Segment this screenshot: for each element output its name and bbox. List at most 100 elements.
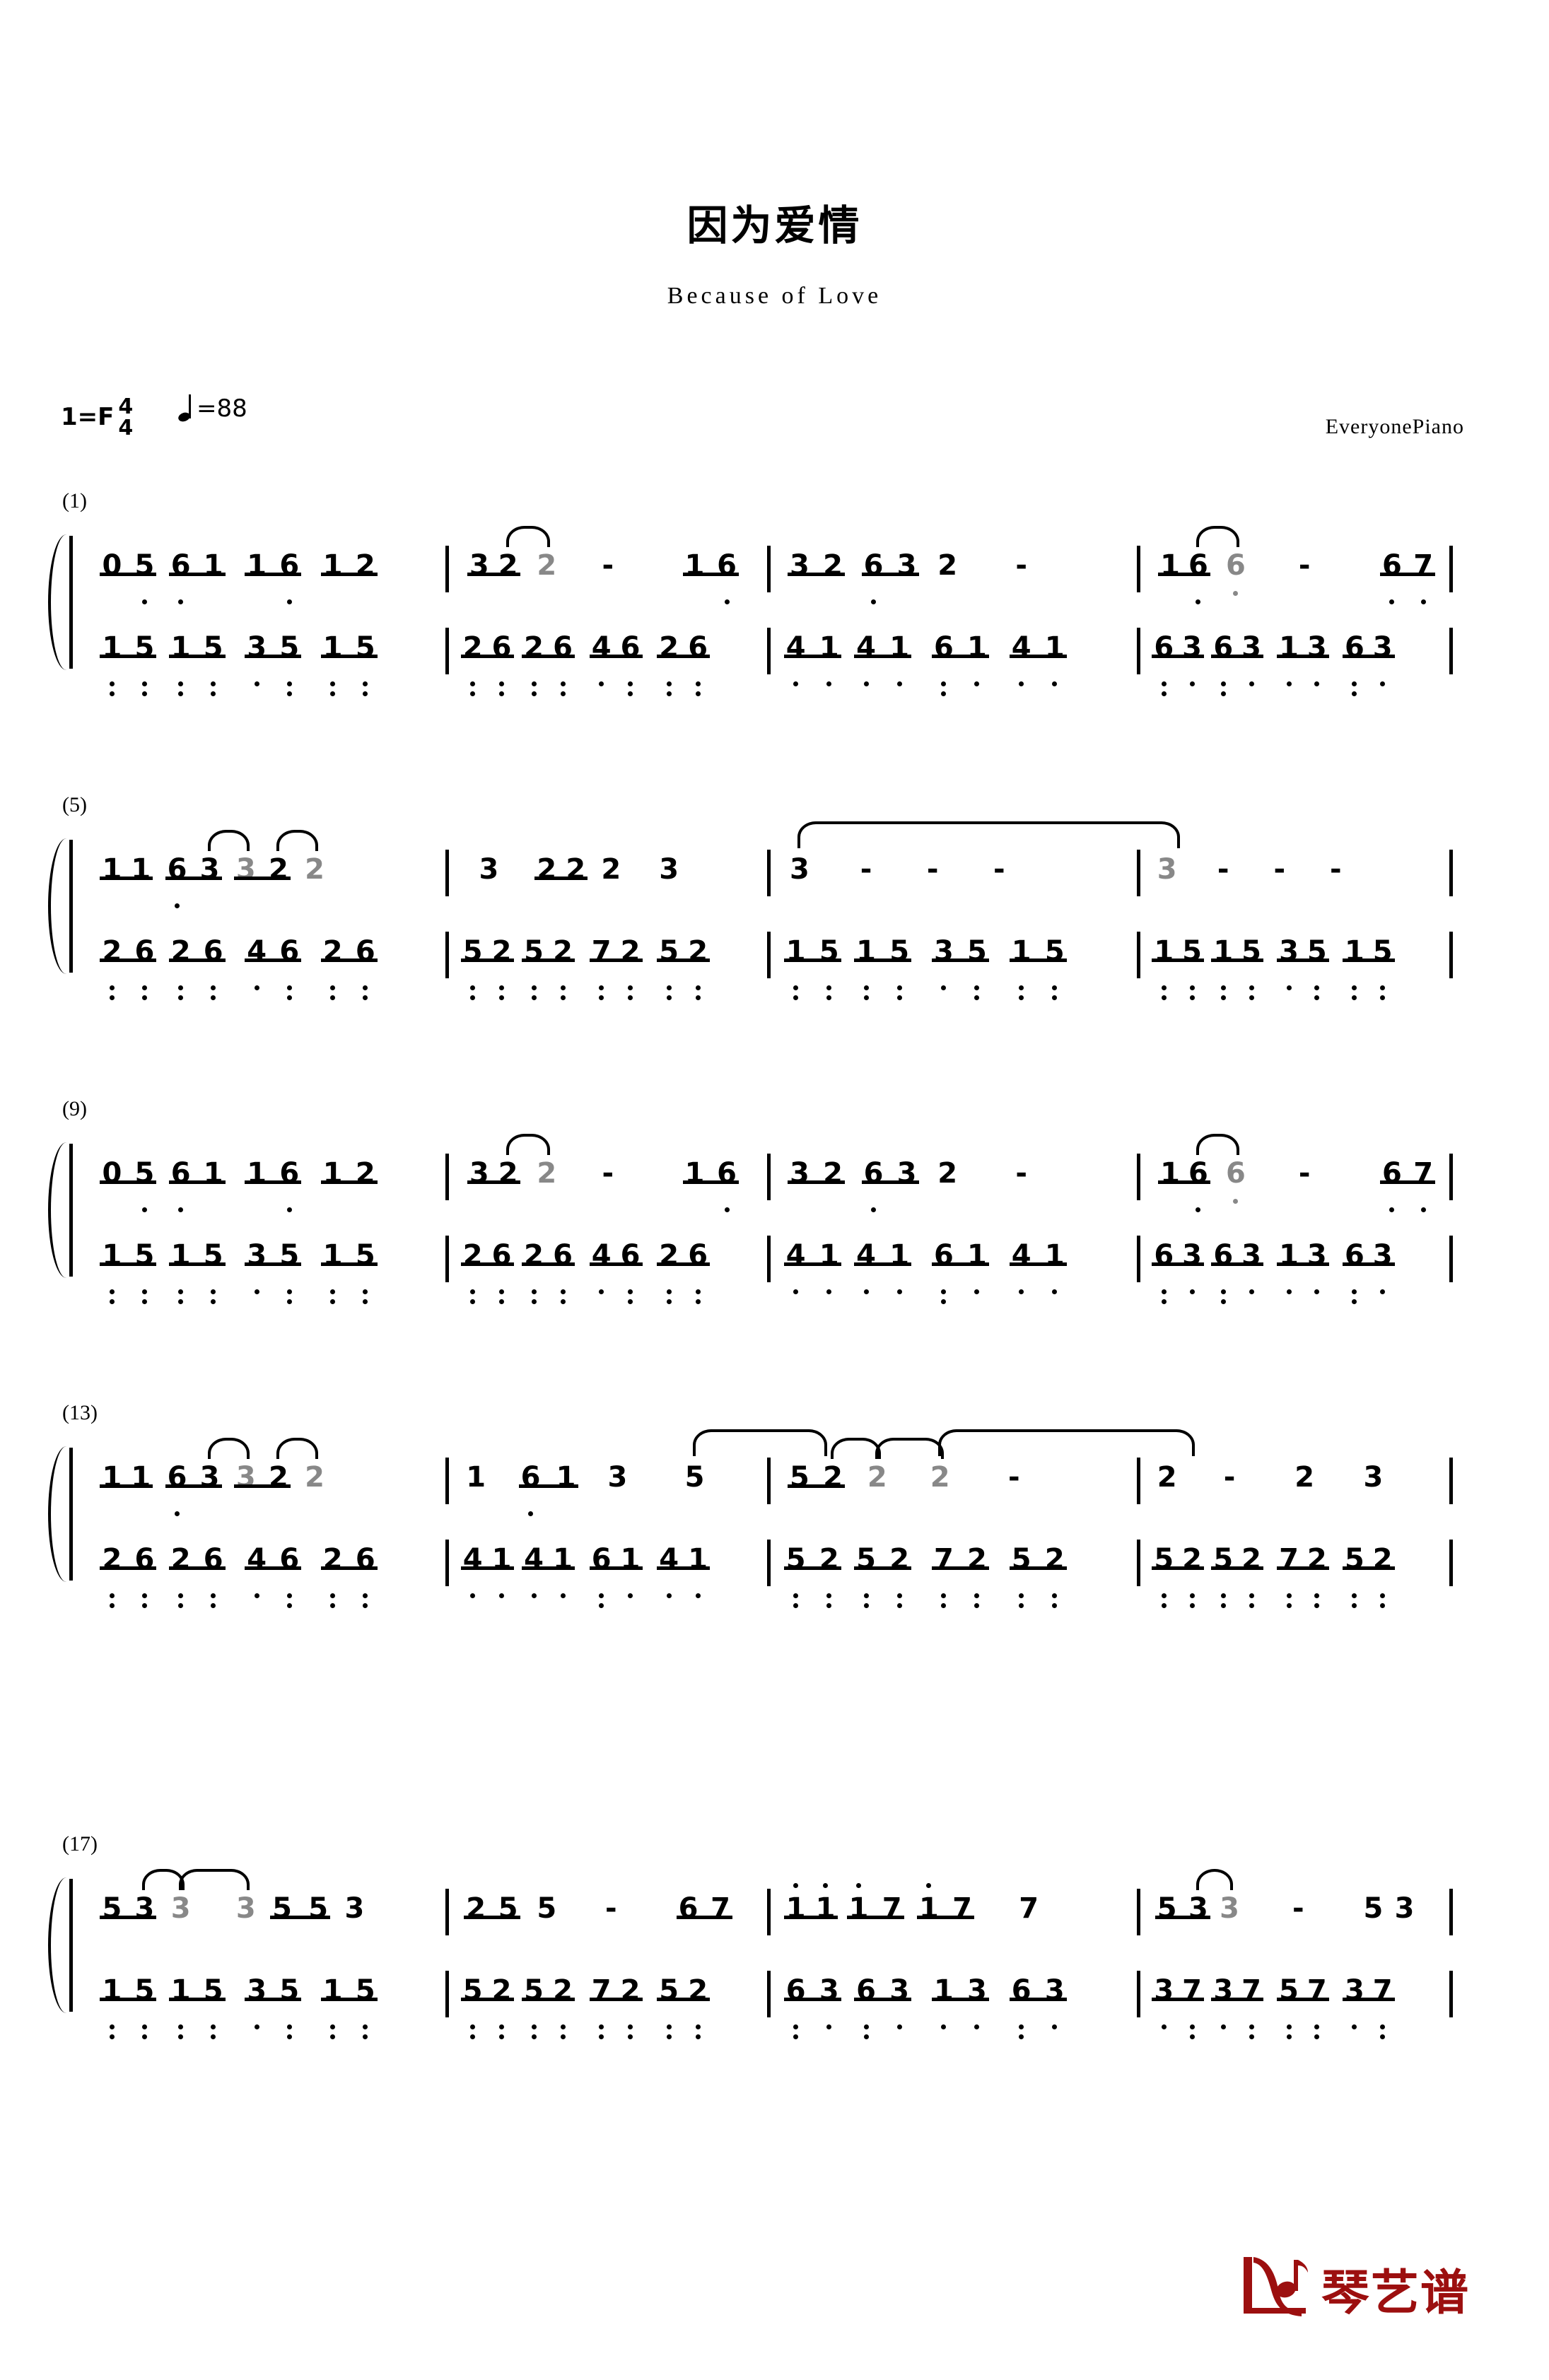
octave-down-dot [1380,2034,1386,2039]
octave-down-dot [1286,1603,1292,1608]
octave-up-dot [926,1883,932,1888]
octave-down-dot [599,1593,604,1598]
eighth-note-beam [320,1998,378,2001]
octave-down-dot [1314,681,1320,686]
site-logo: 琴艺谱 [1238,2253,1470,2318]
eighth-note-beam [245,1180,302,1184]
octave-down-dot [974,1593,980,1598]
octave-down-dot [330,995,336,1000]
octave-down-dot [1352,1593,1357,1598]
duration-dash: - [1011,1159,1032,1188]
octave-down-dot [628,995,633,1000]
eighth-note-beam [100,1484,153,1488]
note-number: 5 [1362,1894,1384,1923]
barline [1137,1889,1140,1935]
octave-down-dot [1189,2034,1195,2039]
octave-down-dot [1286,2024,1292,2029]
note-number: 3 [478,855,499,884]
octave-down-dot [1220,681,1226,686]
eighth-note-beam [320,573,378,576]
octave-down-dot [141,599,147,604]
note-glyph: 2 [537,1157,557,1190]
octave-down-dot [1286,2034,1292,2039]
note-glyph: - [926,853,939,886]
eighth-note-beam [168,1998,226,2001]
eighth-note-beam [1277,1262,1329,1266]
eighth-note-beam [100,1566,157,1570]
octave-down-dot [628,1299,633,1304]
eighth-note-beam [783,1566,841,1570]
octave-down-dot [863,1593,869,1598]
octave-down-dot [1314,995,1320,1000]
octave-down-dot [109,2034,115,2039]
octave-down-dot [1380,1289,1386,1294]
note-number: 2 [937,1159,958,1188]
duration-dash: - [1003,1463,1024,1491]
octave-down-dot [896,1593,902,1598]
octave-down-dot [330,2034,336,2039]
barline [1137,1236,1140,1282]
octave-down-dot [1220,1593,1226,1598]
note-glyph: 6 [1225,1157,1246,1190]
barline [1449,628,1453,674]
barline [1449,1154,1453,1200]
octave-down-dot [1052,1289,1058,1294]
octave-down-dot [826,985,832,990]
octave-down-dot [1189,1603,1195,1608]
octave-down-dot [1196,1207,1201,1212]
octave-down-dot [499,2034,505,2039]
octave-down-dot [1161,2024,1167,2029]
octave-down-dot [941,1603,947,1608]
octave-down-dot [793,2034,799,2039]
melody-staff: 5333553255-671117177533-53 [0,1869,1549,1941]
eighth-note-beam [320,1262,378,1266]
eighth-note-beam [783,959,841,962]
key-signature: 1=F 4 4 [61,396,133,439]
octave-down-dot [1314,1593,1320,1598]
octave-down-dot [1352,985,1357,990]
octave-down-dot [1189,2024,1195,2029]
eighth-note-beam [589,1566,643,1570]
eighth-note-beam [1009,1566,1067,1570]
eighth-note-beam [1211,1262,1263,1266]
eighth-note-beam [1211,1998,1263,2001]
octave-down-dot [666,2034,672,2039]
octave-down-dot [1314,985,1320,990]
octave-down-dot [793,1289,799,1294]
eighth-note-beam [589,655,643,658]
octave-down-dot [941,1289,947,1294]
octave-down-dot [1196,599,1201,604]
octave-down-dot [141,995,147,1000]
barline [445,1458,449,1504]
octave-down-dot [1249,681,1254,686]
barline [1137,850,1140,896]
note-glyph: 3 [170,1892,191,1925]
eighth-note-beam [1009,1262,1067,1266]
note-glyph: - [1298,1157,1311,1190]
octave-down-dot [1189,681,1195,686]
octave-down-dot [1161,1603,1167,1608]
eighth-note-beam [1009,655,1067,658]
octave-down-dot [666,985,672,990]
octave-up-dot [793,1883,799,1888]
octave-down-dot [974,995,980,1000]
octave-down-dot [109,985,115,990]
octave-down-dot [1249,1603,1254,1608]
octave-down-dot [178,1603,184,1608]
octave-down-dot [499,2024,505,2029]
octave-down-dot [470,2034,476,2039]
tempo-value: =88 [197,394,247,423]
note-number: 3 [607,1463,628,1491]
note-number: 2 [304,1463,325,1491]
eighth-note-beam [657,959,711,962]
melody-staff: 05611612322-1632632-166-67 [0,526,1549,604]
octave-down-dot [560,985,566,990]
octave-down-dot [695,985,701,990]
octave-down-dot [628,985,633,990]
tie-slur [178,1869,250,1890]
credit-line: EveryonePiano [1325,415,1464,438]
eighth-note-beam [464,1916,520,1919]
octave-down-dot [1220,691,1226,696]
eighth-note-beam [320,959,378,962]
eighth-note-beam [1379,573,1436,576]
